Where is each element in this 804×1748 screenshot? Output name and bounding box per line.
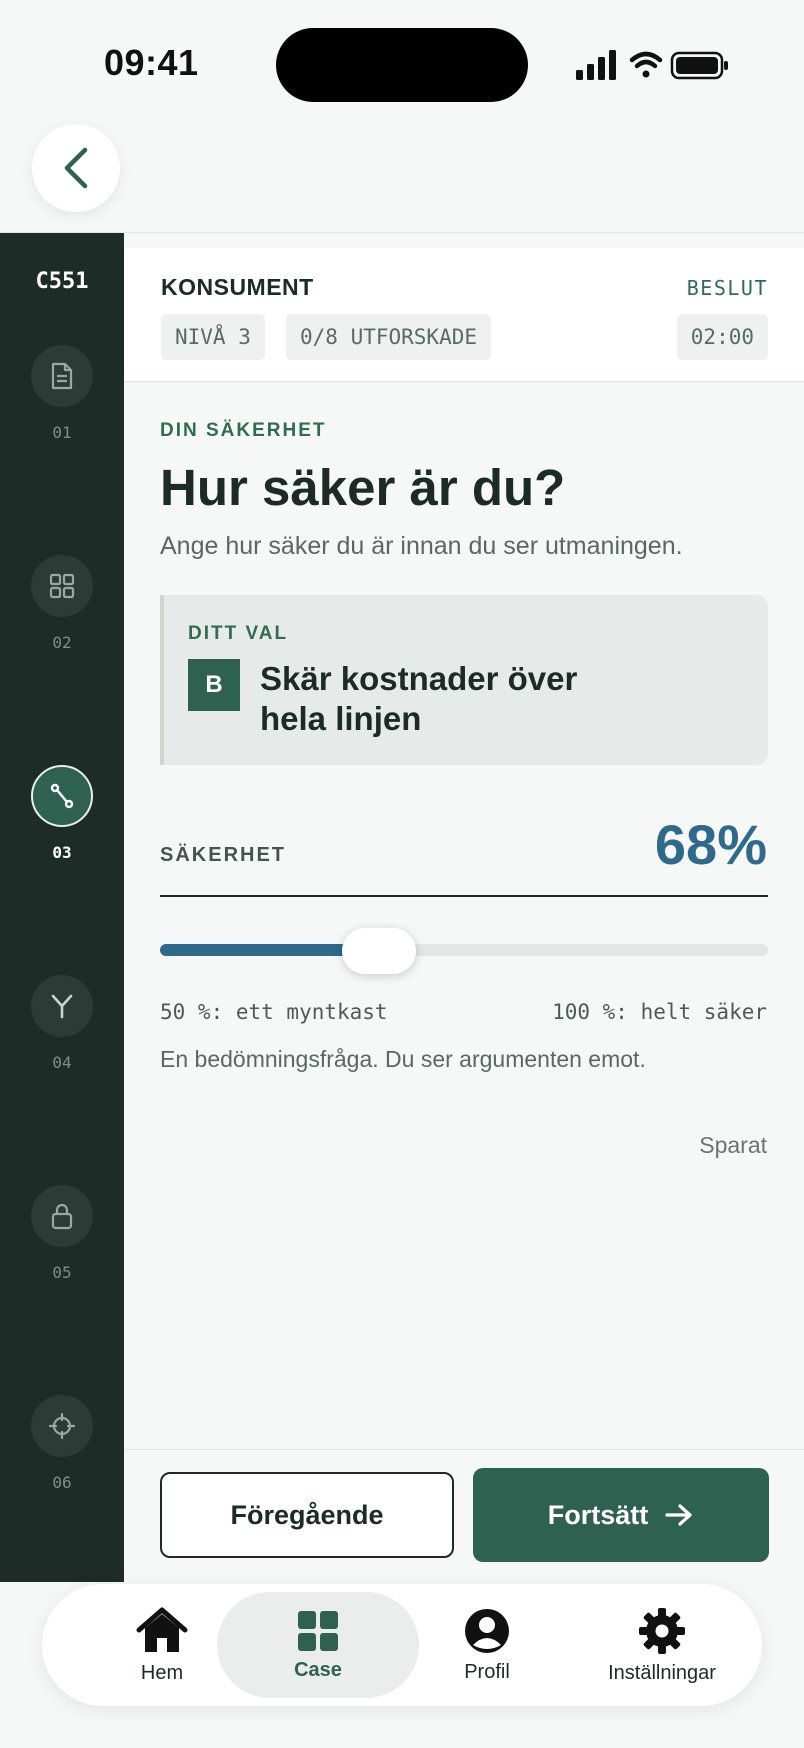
level-chip: NIVÅ 3 (161, 314, 265, 360)
document-icon (51, 362, 73, 390)
step-02[interactable]: 02 (0, 555, 124, 655)
confidence-slider[interactable] (160, 928, 768, 974)
chevron-left-icon (64, 147, 88, 189)
actions-divider (124, 1449, 804, 1450)
tab-settings-label: Inställningar (608, 1661, 716, 1684)
tab-profile-label: Profil (464, 1660, 510, 1683)
battery-icon (670, 51, 728, 80)
page-title: Hur säker är du? (160, 459, 566, 516)
continue-button-label: Fortsätt (547, 1499, 649, 1530)
step-number: 02 (52, 633, 72, 652)
confidence-value: 68% (654, 813, 767, 876)
status-icons (576, 50, 728, 80)
previous-button-label: Föregående (230, 1499, 384, 1530)
step-number: 03 (52, 843, 72, 862)
step-03[interactable]: 03 (0, 765, 124, 865)
previous-button[interactable]: Föregående (160, 1472, 454, 1558)
tab-profile[interactable]: Profil (427, 1584, 547, 1706)
case-title: KONSUMENT (161, 274, 314, 300)
tab-case[interactable]: Case (217, 1584, 419, 1706)
saved-status: Sparat (699, 1132, 767, 1158)
phase-label: BESLUT (686, 276, 768, 300)
choice-badge: B (188, 659, 240, 711)
settings-icon (639, 1607, 685, 1654)
step-number: 04 (52, 1053, 72, 1072)
case-header: KONSUMENT BESLUT NIVÅ 3 0/8 UTFORSKADE 0… (124, 248, 804, 382)
bottom-tab-bar: Hem Case Profil Inställningar (42, 1584, 762, 1706)
tab-home[interactable]: Hem (102, 1584, 222, 1706)
step-06[interactable]: 06 (0, 1395, 124, 1495)
signal-icon (576, 50, 616, 80)
step-number: 05 (52, 1263, 72, 1282)
page-subtitle: Ange hur säker du är innan du ser utmani… (160, 532, 683, 560)
case-grid-icon (298, 1610, 338, 1651)
step-01[interactable]: 01 (0, 345, 124, 445)
status-bar: 09:41 (0, 0, 804, 130)
tab-settings[interactable]: Inställningar (572, 1584, 752, 1706)
grid-icon (49, 573, 75, 599)
section-eyebrow: DIN SÄKERHET (160, 420, 327, 441)
status-time: 09:41 (104, 42, 199, 83)
profile-icon (465, 1608, 509, 1653)
step-number: 06 (52, 1473, 72, 1492)
arrow-right-icon (665, 1504, 692, 1526)
tab-home-label: Hem (140, 1661, 184, 1684)
scale-max-label: 100 %: helt säker (552, 1000, 767, 1024)
step-05[interactable]: 05 (0, 1185, 124, 1285)
confidence-divider (160, 895, 768, 897)
wifi-icon (629, 51, 663, 78)
choice-text: Skär kostnader över hela linjen (260, 660, 578, 737)
hint-text: En bedömningsfråga. Du ser argumenten em… (160, 1046, 646, 1072)
scale-min-label: 50 %: ett myntkast (160, 1000, 388, 1024)
choice-label: DITT VAL (188, 623, 289, 644)
selected-choice-card: DITT VAL B Skär kostnader över hela linj… (160, 595, 768, 765)
slider-thumb[interactable] (342, 928, 416, 974)
confidence-label: SÄKERHET (160, 844, 287, 866)
progress-rail: C551 01 02 03 04 05 06 (0, 233, 124, 1582)
fork-icon (51, 994, 73, 1019)
home-icon (136, 1607, 188, 1652)
dynamic-island (276, 28, 528, 102)
back-button[interactable] (32, 124, 120, 212)
crosshair-icon (48, 1412, 76, 1440)
tab-case-label: Case (294, 1658, 342, 1681)
case-code: C551 (35, 269, 89, 294)
timer-chip: 02:00 (676, 314, 768, 360)
route-icon (50, 783, 74, 809)
continue-button[interactable]: Fortsätt (473, 1468, 769, 1562)
step-number: 01 (52, 423, 72, 442)
step-04[interactable]: 04 (0, 975, 124, 1075)
lock-icon (51, 1203, 73, 1230)
explored-chip: 0/8 UTFORSKADE (286, 314, 492, 360)
